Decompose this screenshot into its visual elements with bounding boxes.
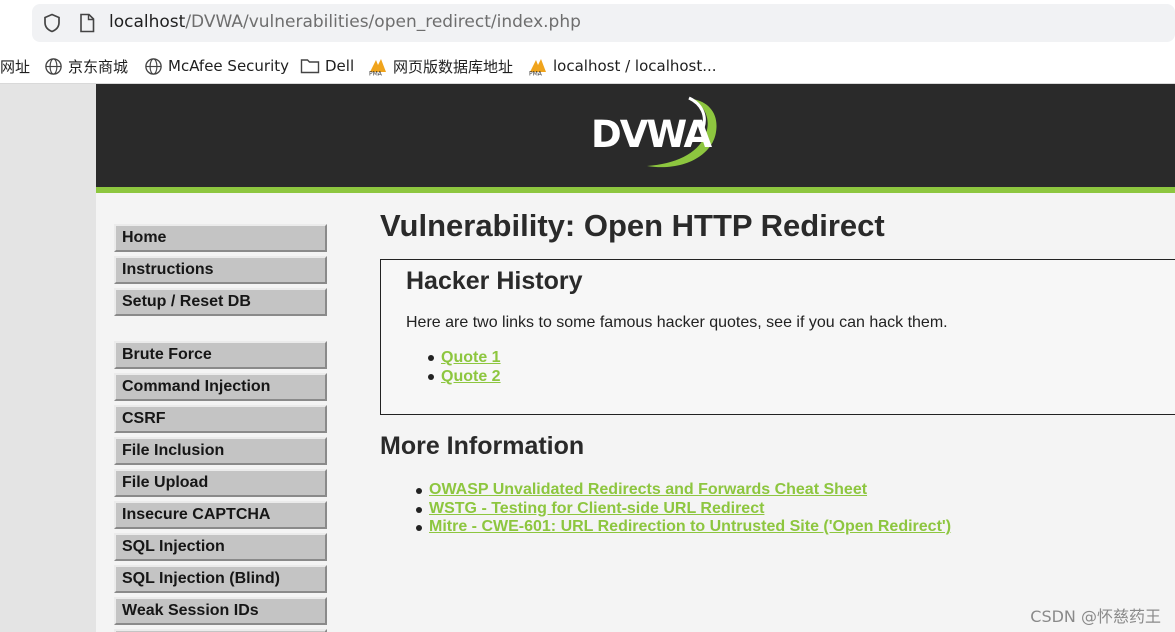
phpmyadmin-icon: PMA [529,59,546,77]
header-accent-bar [96,187,1175,193]
dvwa-container: DVWA Home Instructions Setup / Reset DB … [96,84,1175,632]
bookmark-dell[interactable]: Dell [300,55,354,77]
list-item: OWASP Unvalidated Redirects and Forwards… [415,481,951,500]
quote-list: Quote 1 Quote 2 [428,348,501,386]
menu-item-home[interactable]: Home [114,224,327,252]
owasp-link[interactable]: OWASP Unvalidated Redirects and Forwards… [429,481,867,498]
menu-item-insecure-captcha[interactable]: Insecure CAPTCHA [114,501,327,529]
list-item: Quote 2 [428,367,501,386]
bookmark-label: Dell [325,57,355,75]
more-info-heading: More Information [380,432,585,460]
folder-icon [300,59,320,74]
menu-item-file-inclusion[interactable]: File Inclusion [114,437,327,465]
box-heading: Hacker History [406,267,583,295]
page-margin [0,84,96,632]
bookmark-jd[interactable]: 京东商城 [44,55,128,77]
url-host: localhost [109,12,186,32]
dvwa-logo[interactable]: DVWA [589,96,725,174]
address-bar: localhost/DVWA/vulnerabilities/open_redi… [0,0,1175,46]
list-item: Quote 1 [428,348,501,367]
globe-icon [145,57,162,75]
bookmark-label: 网页版数据库地址 [393,57,514,76]
menu-item-setup[interactable]: Setup / Reset DB [114,288,327,316]
menu-item-csrf[interactable]: CSRF [114,405,327,433]
more-info-list: OWASP Unvalidated Redirects and Forwards… [415,481,951,537]
bookmark-localhost[interactable]: PMA localhost / localhost... [528,55,717,77]
menu-item-command-injection[interactable]: Command Injection [114,373,327,401]
bookmark-label: 京东商城 [68,57,129,76]
menu-item-sql-injection[interactable]: SQL Injection [114,533,327,561]
bookmarks-bar: 网址 京东商城 McAfee Security Dell PMA 网页版数据库地… [0,46,1175,84]
box-description: Here are two links to some famous hacker… [406,314,948,331]
list-item: Mitre - CWE-601: URL Redirection to Untr… [415,518,951,537]
shield-icon[interactable] [42,13,62,33]
bookmark-wangzhi[interactable]: 网址 [0,55,30,77]
menu-item-sql-injection-blind[interactable]: SQL Injection (Blind) [114,565,327,593]
mitre-link[interactable]: Mitre - CWE-601: URL Redirection to Untr… [429,518,951,535]
wstg-link[interactable]: WSTG - Testing for Client-side URL Redir… [429,500,764,517]
quote-1-link[interactable]: Quote 1 [441,349,501,366]
menu-item-weak-session-ids[interactable]: Weak Session IDs [114,597,327,625]
url-text[interactable]: localhost/DVWA/vulnerabilities/open_redi… [109,12,581,32]
globe-icon [45,57,62,75]
menu-item-file-upload[interactable]: File Upload [114,469,327,497]
vulnerable-code-area: Hacker History Here are two links to som… [380,259,1175,415]
svg-text:PMA: PMA [529,71,543,77]
bookmark-mcafee[interactable]: McAfee Security [144,55,289,77]
phpmyadmin-icon: PMA [369,59,386,77]
quote-2-link[interactable]: Quote 2 [441,368,501,385]
menu-item-brute-force[interactable]: Brute Force [114,341,327,369]
logo-text: DVWA [591,113,712,156]
bookmark-db[interactable]: PMA 网页版数据库地址 [368,55,513,77]
page-icon[interactable] [78,13,96,33]
bookmark-label: 网址 [0,57,31,76]
menu-item-instructions[interactable]: Instructions [114,256,327,284]
page-title: Vulnerability: Open HTTP Redirect [380,208,885,243]
watermark: CSDN @怀慈药王 [1030,607,1161,626]
svg-text:PMA: PMA [369,71,383,77]
dvwa-header: DVWA [96,84,1175,187]
bookmark-label: McAfee Security [168,57,290,75]
list-item: WSTG - Testing for Client-side URL Redir… [415,500,951,519]
url-path: /DVWA/vulnerabilities/open_redirect/inde… [185,12,581,32]
bookmark-label: localhost / localhost... [553,57,717,75]
